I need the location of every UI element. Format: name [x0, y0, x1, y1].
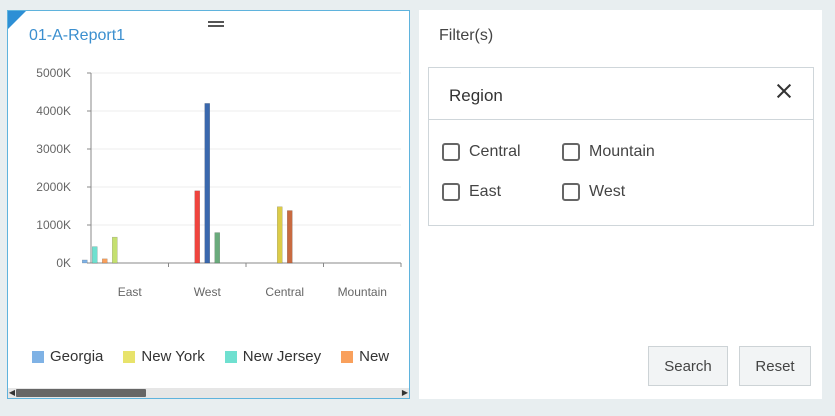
- legend-swatch: [123, 350, 136, 363]
- legend-item-new[interactable]: New: [341, 348, 389, 365]
- legend-item-georgia[interactable]: Georgia: [32, 348, 103, 365]
- drag-handle-icon[interactable]: [208, 21, 224, 29]
- checkbox-east[interactable]: East: [442, 183, 501, 201]
- region-title: Region: [449, 86, 503, 105]
- checkbox-box[interactable]: [562, 143, 580, 161]
- bar: [194, 190, 200, 264]
- scrollbar-thumb[interactable]: [16, 389, 146, 397]
- x-tick-label: Mountain: [338, 285, 387, 299]
- bar: [82, 259, 88, 264]
- chart-legend: Georgia New York New Jersey New: [32, 348, 409, 367]
- y-tick-label: 1000K: [36, 218, 71, 232]
- corner-marker: [8, 11, 26, 29]
- legend-swatch: [224, 350, 237, 363]
- y-tick-label: 5000K: [36, 66, 71, 80]
- checkbox-central[interactable]: Central: [442, 143, 521, 161]
- checkbox-label: Central: [469, 143, 521, 160]
- y-tick-label: 0K: [56, 256, 71, 270]
- report-panel: 01-A-Report1 5000K 4000K 3000K 2000K 1000K 0K…: [7, 10, 410, 399]
- bar: [214, 232, 220, 264]
- bar: [102, 258, 108, 264]
- x-tick-label: West: [194, 285, 222, 299]
- y-tick-label: 4000K: [36, 104, 71, 118]
- legend-item-new-jersey[interactable]: New Jersey: [224, 348, 322, 365]
- region-filter-header: Region: [429, 68, 813, 120]
- legend-label: New: [359, 348, 390, 365]
- checkbox-label: East: [469, 183, 502, 200]
- region-filter: Region Central Mountain East West: [428, 67, 814, 226]
- checkbox-mountain[interactable]: Mountain: [562, 143, 655, 161]
- legend-swatch: [32, 350, 44, 363]
- bar: [287, 210, 293, 264]
- legend-swatch: [341, 350, 354, 363]
- bar: [277, 206, 283, 264]
- report-title: 01-A-Report1: [29, 27, 126, 44]
- filter-panel: Filter(s) Region Central Mountain East W…: [419, 10, 822, 399]
- bar: [204, 103, 210, 264]
- legend-label: New York: [141, 348, 205, 365]
- bar: [92, 246, 98, 264]
- reset-button[interactable]: Reset: [739, 346, 811, 386]
- y-tick-label: 2000K: [36, 180, 71, 194]
- checkbox-box[interactable]: [442, 183, 460, 201]
- legend-item-new-york[interactable]: New York: [123, 348, 205, 365]
- legend-label: New Jersey: [242, 348, 322, 365]
- bar-chart: 5000K 4000K 3000K 2000K 1000K 0K East West Centr…: [36, 66, 402, 299]
- checkbox-west[interactable]: West: [562, 183, 625, 201]
- x-tick-label: East: [118, 285, 143, 299]
- horizontal-scrollbar[interactable]: ◀ ▶: [8, 388, 409, 398]
- scroll-right-icon[interactable]: ▶: [401, 388, 409, 398]
- checkbox-label: West: [589, 183, 626, 200]
- legend-label: Georgia: [50, 348, 104, 365]
- close-icon[interactable]: [775, 82, 793, 100]
- checkbox-label: Mountain: [589, 143, 655, 160]
- filter-header: Filter(s): [439, 27, 494, 44]
- search-button[interactable]: Search: [648, 346, 728, 386]
- x-tick-label: Central: [265, 285, 304, 299]
- checkbox-box[interactable]: [562, 183, 580, 201]
- y-tick-label: 3000K: [36, 142, 71, 156]
- scroll-left-icon[interactable]: ◀: [8, 388, 16, 398]
- bar: [112, 236, 118, 264]
- checkbox-box[interactable]: [442, 143, 460, 161]
